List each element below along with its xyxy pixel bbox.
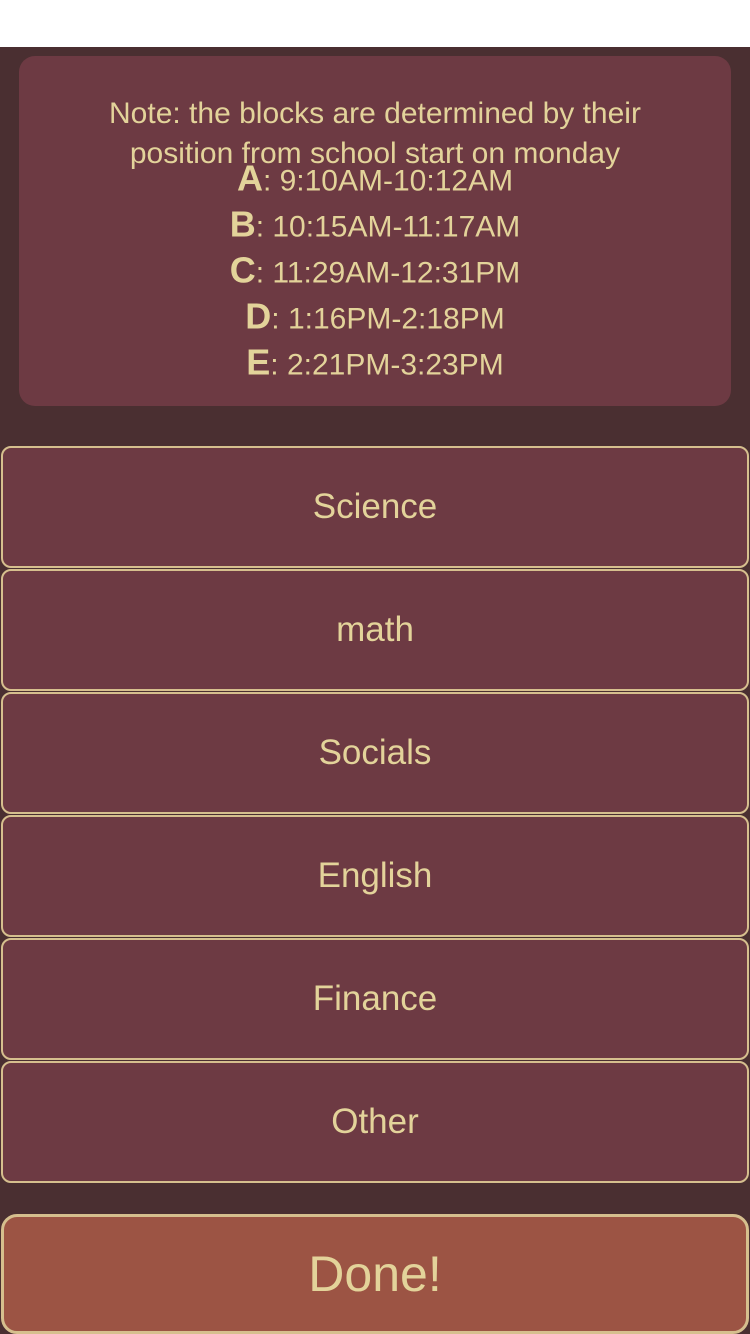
subject-button-math[interactable]: math (1, 569, 749, 691)
block-row-b: B: 10:15AM-11:17AM (19, 203, 731, 248)
block-row-e: E: 2:21PM-3:23PM (19, 341, 731, 386)
subject-button-english[interactable]: English (1, 815, 749, 937)
block-row-d: D: 1:16PM-2:18PM (19, 295, 731, 340)
block-schedule-note: Note: the blocks are determined by their… (19, 56, 731, 406)
subject-button-science[interactable]: Science (1, 446, 749, 568)
block-row-c: C: 11:29AM-12:31PM (19, 249, 731, 294)
subject-button-socials[interactable]: Socials (1, 692, 749, 814)
status-bar (0, 0, 750, 47)
block-letter: B (229, 203, 256, 245)
block-letter: D (245, 295, 272, 337)
block-row-a: A: 9:10AM-10:12AM (19, 157, 731, 202)
block-letter: C (229, 249, 256, 291)
note-line-1: Note: the blocks are determined by their (109, 97, 641, 130)
block-time: : 1:16PM-2:18PM (271, 302, 505, 336)
block-letter: A (236, 157, 263, 199)
done-button[interactable]: Done! (1, 1214, 749, 1334)
block-time: : 11:29AM-12:31PM (255, 256, 521, 290)
block-letter: E (246, 341, 271, 383)
block-time: : 2:21PM-3:23PM (270, 348, 504, 382)
subject-button-finance[interactable]: Finance (1, 938, 749, 1060)
block-time: : 10:15AM-11:17AM (255, 210, 521, 244)
block-time: : 9:10AM-10:12AM (262, 164, 514, 198)
subject-button-other[interactable]: Other (1, 1061, 749, 1183)
